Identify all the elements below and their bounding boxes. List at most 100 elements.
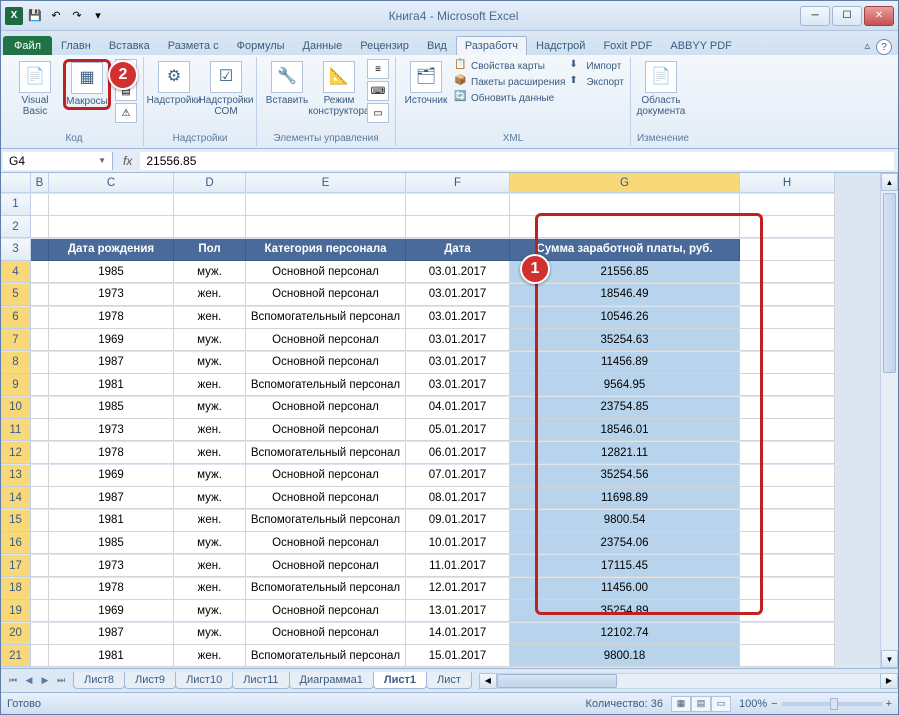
row-header-6[interactable]: 6 (1, 307, 31, 329)
data-cell[interactable]: Основной персонал (246, 329, 406, 351)
data-cell[interactable]: Вспомогательный персонал (246, 578, 406, 600)
cell[interactable] (31, 307, 49, 329)
col-header-D[interactable]: D (174, 173, 246, 193)
row-header-12[interactable]: 12 (1, 442, 31, 464)
data-cell[interactable]: 11456.00 (510, 578, 740, 600)
tab-разработч[interactable]: Разработч (456, 36, 527, 55)
cell[interactable] (31, 284, 49, 306)
zoom-thumb[interactable] (830, 698, 838, 710)
data-cell[interactable]: Вспомогательный персонал (246, 442, 406, 464)
data-cell[interactable]: Основной персонал (246, 419, 406, 441)
macros-button[interactable]: ▦ Макросы (63, 59, 111, 110)
header-cell[interactable]: Пол (174, 239, 246, 261)
cell[interactable] (406, 194, 510, 216)
data-cell[interactable]: Основной персонал (246, 397, 406, 419)
page-layout-button[interactable]: ▤ (691, 696, 711, 712)
data-cell[interactable]: 06.01.2017 (406, 442, 510, 464)
data-cell[interactable]: Основной персонал (246, 623, 406, 645)
zoom-in-button[interactable]: + (886, 698, 892, 710)
data-cell[interactable]: жен. (174, 284, 246, 306)
cell[interactable] (174, 194, 246, 216)
col-header-F[interactable]: F (406, 173, 510, 193)
map-properties-button[interactable]: 📋Свойства карты (454, 59, 565, 73)
view-code-icon[interactable]: ⌨ (367, 81, 389, 101)
cell[interactable] (31, 419, 49, 441)
visual-basic-button[interactable]: 📄 Visual Basic (11, 59, 59, 119)
sheet-tab-Лист1[interactable]: Лист1 (373, 672, 427, 689)
data-cell[interactable]: муж. (174, 397, 246, 419)
data-cell[interactable]: 1969 (49, 465, 174, 487)
cell[interactable] (740, 307, 835, 329)
data-cell[interactable]: 1981 (49, 374, 174, 396)
cell[interactable] (31, 487, 49, 509)
data-cell[interactable]: жен. (174, 307, 246, 329)
cell[interactable] (740, 216, 835, 238)
data-cell[interactable]: 23754.85 (510, 397, 740, 419)
data-cell[interactable]: муж. (174, 352, 246, 374)
cell[interactable] (740, 352, 835, 374)
tab-вставка[interactable]: Вставка (100, 36, 159, 55)
data-cell[interactable]: 18546.49 (510, 284, 740, 306)
data-cell[interactable]: муж. (174, 623, 246, 645)
cell[interactable] (740, 374, 835, 396)
tab-file[interactable]: Файл (3, 36, 52, 55)
data-cell[interactable]: жен. (174, 578, 246, 600)
data-cell[interactable]: 1978 (49, 578, 174, 600)
redo-icon[interactable]: ↷ (68, 7, 86, 25)
tab-first-button[interactable]: ⏮ (5, 673, 21, 689)
tab-размета с[interactable]: Размета с (159, 36, 228, 55)
data-cell[interactable]: жен. (174, 555, 246, 577)
row-header-2[interactable]: 2 (1, 216, 31, 238)
row-header-18[interactable]: 18 (1, 578, 31, 600)
data-cell[interactable]: 1981 (49, 510, 174, 532)
sheet-tab-Диаграмма1[interactable]: Диаграмма1 (289, 672, 374, 689)
header-cell[interactable]: Дата рождения (49, 239, 174, 261)
hscroll-left-button[interactable]: ◀ (479, 673, 497, 689)
hscroll-thumb[interactable] (497, 674, 617, 688)
save-icon[interactable]: 💾 (26, 7, 44, 25)
insert-button[interactable]: 🔧 Вставить (263, 59, 311, 108)
scroll-thumb[interactable] (883, 193, 896, 373)
scroll-track[interactable] (881, 375, 898, 650)
row-header-20[interactable]: 20 (1, 623, 31, 645)
document-panel-button[interactable]: 📄 Область документа (637, 59, 685, 119)
data-cell[interactable]: 1987 (49, 623, 174, 645)
data-cell[interactable]: 13.01.2017 (406, 600, 510, 622)
data-cell[interactable]: 1973 (49, 555, 174, 577)
col-header-H[interactable]: H (740, 173, 835, 193)
cell[interactable] (31, 623, 49, 645)
data-cell[interactable]: муж. (174, 600, 246, 622)
data-cell[interactable]: 9564.95 (510, 374, 740, 396)
data-cell[interactable]: жен. (174, 645, 246, 667)
data-cell[interactable]: 1987 (49, 487, 174, 509)
cell[interactable] (31, 510, 49, 532)
data-cell[interactable]: 11698.89 (510, 487, 740, 509)
data-cell[interactable]: Основной персонал (246, 261, 406, 283)
data-cell[interactable]: 1985 (49, 397, 174, 419)
data-cell[interactable]: 1985 (49, 532, 174, 554)
data-cell[interactable]: Основной персонал (246, 487, 406, 509)
cell[interactable] (31, 442, 49, 464)
tab-last-button[interactable]: ⏭ (53, 673, 69, 689)
tab-данные[interactable]: Данные (294, 36, 352, 55)
data-cell[interactable]: муж. (174, 532, 246, 554)
data-cell[interactable]: 03.01.2017 (406, 374, 510, 396)
data-cell[interactable]: Основной персонал (246, 600, 406, 622)
row-header-16[interactable]: 16 (1, 532, 31, 554)
data-cell[interactable]: муж. (174, 261, 246, 283)
qat-dropdown-icon[interactable]: ▾ (89, 7, 107, 25)
zoom-slider[interactable] (782, 702, 882, 706)
data-cell[interactable]: 03.01.2017 (406, 329, 510, 351)
cell[interactable] (740, 532, 835, 554)
header-cell[interactable]: Категория персонала (246, 239, 406, 261)
hscroll-right-button[interactable]: ▶ (880, 673, 898, 689)
cell[interactable] (740, 578, 835, 600)
data-cell[interactable]: Вспомогательный персонал (246, 307, 406, 329)
data-cell[interactable]: 1987 (49, 352, 174, 374)
maximize-button[interactable]: ☐ (832, 6, 862, 26)
data-cell[interactable]: 07.01.2017 (406, 465, 510, 487)
col-header-B[interactable]: B (31, 173, 49, 193)
data-cell[interactable]: 9800.54 (510, 510, 740, 532)
page-break-button[interactable]: ▭ (711, 696, 731, 712)
macro-security-icon[interactable]: ⚠ (115, 103, 137, 123)
